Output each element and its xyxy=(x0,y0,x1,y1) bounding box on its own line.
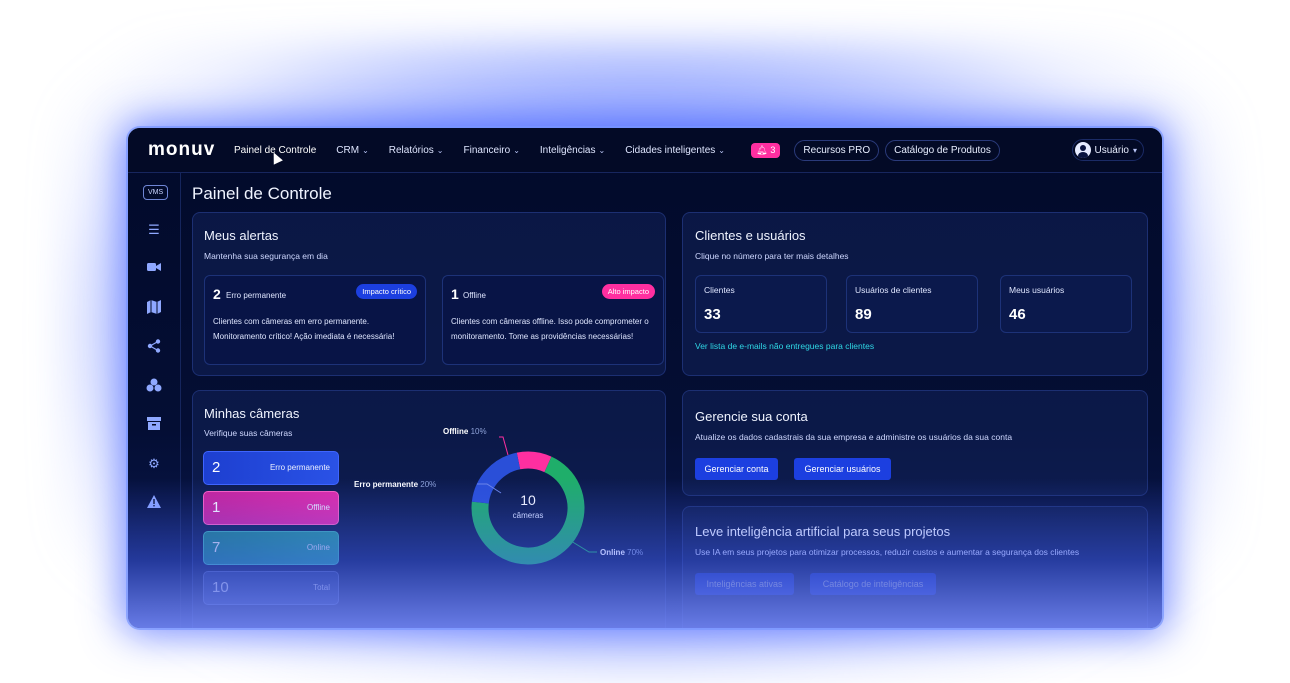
stat-label: Clientes xyxy=(704,285,735,295)
sidebar: VMS ☰ ⚙︎ xyxy=(128,172,181,628)
sidebar-vms-button[interactable]: VMS xyxy=(143,185,169,200)
camera-status-total[interactable]: 10 Total xyxy=(203,571,339,605)
user-label: Usuário xyxy=(1094,144,1129,156)
active-intelligences-button[interactable]: Inteligências ativas xyxy=(695,573,794,595)
stat-value: 46 xyxy=(1009,306,1026,323)
catalogo-produtos-button[interactable]: Catálogo de Produtos xyxy=(885,139,1000,161)
page-title: Painel de Controle xyxy=(192,184,332,203)
cameras-card: Minhas câmeras Verifique suas câmeras 2 … xyxy=(192,390,666,628)
stat-label: Usuários de clientes xyxy=(855,285,932,295)
bell-icon: 🔔︎ xyxy=(755,144,768,155)
camera-status-erro-permanente[interactable]: 2 Erro permanente xyxy=(203,451,339,485)
manage-users-button[interactable]: Gerenciar usuários xyxy=(794,458,891,480)
donut-label-erro-permanente: Erro permanente 20% xyxy=(354,480,437,489)
camera-count: 1 xyxy=(212,499,221,516)
camera-count: 7 xyxy=(212,539,221,556)
boxes-icon[interactable] xyxy=(146,378,162,394)
alerts-card: Meus alertas Mantenha sua segurança em d… xyxy=(192,212,666,376)
caret-down-icon: ▾ xyxy=(1132,145,1137,155)
alert-description: Clientes com câmeras em erro permanente.… xyxy=(213,317,395,341)
brand-logo[interactable]: monuv xyxy=(148,139,214,161)
nav-cidades-inteligentes[interactable]: Cidades inteligentes ⌄ xyxy=(625,145,725,156)
cameras-subtitle: Verifique suas câmeras xyxy=(204,428,293,438)
ai-subtitle: Use IA em seus projetos para otimizar pr… xyxy=(695,547,1080,557)
stat-clientes[interactable]: Clientes 33 xyxy=(695,275,827,333)
camera-status-offline[interactable]: 1 Offline xyxy=(203,491,339,525)
alert-count: 1 xyxy=(451,286,459,302)
stat-usuarios-de-clientes[interactable]: Usuários de clientes 89 xyxy=(846,275,978,333)
alert-count: 2 xyxy=(213,286,221,302)
cameras-title: Minhas câmeras xyxy=(204,406,300,421)
chevron-down-icon: ⌄ xyxy=(362,145,369,155)
map-icon[interactable] xyxy=(146,300,162,316)
stat-value: 89 xyxy=(855,306,872,323)
clients-card: Clientes e usuários Clique no número par… xyxy=(682,212,1148,376)
account-card: Gerencie sua conta Atualize os dados cad… xyxy=(682,390,1148,496)
chevron-down-icon: ⌄ xyxy=(718,145,725,155)
clients-subtitle: Clique no número para ter mais detalhes xyxy=(695,251,849,261)
list-icon[interactable]: ☰ xyxy=(146,222,162,238)
user-menu[interactable]: Usuário ▾ xyxy=(1071,139,1144,161)
account-subtitle: Atualize os dados cadastrais da sua empr… xyxy=(695,432,1013,442)
stat-label: Meus usuários xyxy=(1009,285,1065,295)
chevron-down-icon: ⌄ xyxy=(436,145,444,155)
camera-status-label: Offline xyxy=(307,503,330,512)
app-window: monuv Painel de Controle CRM ⌄ Relatórios… xyxy=(128,128,1162,628)
share-icon[interactable] xyxy=(146,339,162,355)
ai-card: Leve inteligência artificial para seus p… xyxy=(682,506,1148,628)
notifications-button[interactable]: 🔔︎ 3 xyxy=(750,142,781,158)
top-navbar: monuv Painel de Controle CRM ⌄ Relatórios… xyxy=(128,128,1162,173)
notifications-count: 3 xyxy=(770,145,776,155)
stat-meus-usuarios[interactable]: Meus usuários 46 xyxy=(1000,275,1132,333)
camera-status-label: Total xyxy=(313,583,330,592)
intelligence-catalog-button[interactable]: Catálogo de inteligências xyxy=(810,573,936,595)
settings-icon[interactable]: ⚙︎ xyxy=(146,456,162,472)
alert-label: Offline xyxy=(463,291,486,300)
account-title: Gerencie sua conta xyxy=(695,409,808,424)
alert-erro-permanente[interactable]: 2 Erro permanente Impacto crítico Client… xyxy=(204,275,426,365)
camera-status-label: Online xyxy=(306,543,330,552)
impact-badge: Alto impacto xyxy=(601,284,655,299)
chevron-down-icon: ⌄ xyxy=(598,145,606,155)
nav-financeiro[interactable]: Financeiro ⌄ xyxy=(464,145,520,156)
nav-inteligencias[interactable]: Inteligências ⌄ xyxy=(540,145,605,156)
nav-crm[interactable]: CRM ⌄ xyxy=(336,145,368,156)
donut-leader-lines xyxy=(477,436,597,553)
alerts-subtitle: Mantenha sua segurança em dia xyxy=(204,251,328,261)
alert-label: Erro permanente xyxy=(226,291,287,300)
clients-title: Clientes e usuários xyxy=(695,228,806,243)
alert-offline[interactable]: 1 Offline Alto impacto Clientes com câme… xyxy=(442,275,664,365)
impact-badge: Impacto crítico xyxy=(356,284,417,299)
chevron-down-icon: ⌄ xyxy=(513,145,520,155)
manage-account-button[interactable]: Gerenciar conta xyxy=(695,458,778,480)
archive-icon[interactable] xyxy=(146,417,162,433)
warning-icon[interactable] xyxy=(146,495,162,511)
camera-count: 2 xyxy=(212,459,221,476)
stat-value: 33 xyxy=(704,306,721,323)
camera-status-label: Erro permanente xyxy=(269,463,330,472)
undelivered-emails-link[interactable]: Ver lista de e-mails não entregues para … xyxy=(695,341,874,351)
camera-count: 10 xyxy=(212,579,229,596)
camera-status-online[interactable]: 7 Online xyxy=(203,531,339,565)
ai-title: Leve inteligência artificial para seus p… xyxy=(695,524,951,539)
camera-icon[interactable] xyxy=(146,261,162,277)
recursos-pro-button[interactable]: Recursos PRO xyxy=(794,139,880,161)
nav-relatorios[interactable]: Relatórios ⌄ xyxy=(389,145,444,156)
alerts-title: Meus alertas xyxy=(204,228,279,243)
alert-description: Clientes com câmeras offline. Isso pode … xyxy=(451,317,649,341)
user-avatar-icon xyxy=(1074,142,1091,158)
